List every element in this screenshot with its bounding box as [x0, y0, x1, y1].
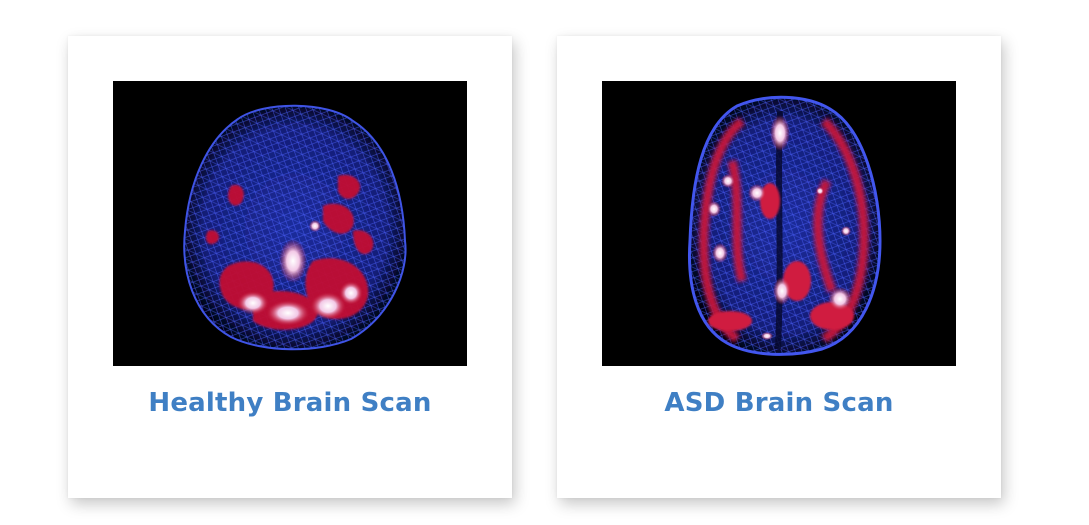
- healthy-brain-scan-image: [113, 81, 467, 366]
- healthy-scan-card: Healthy Brain Scan: [68, 36, 512, 498]
- asd-scan-card: ASD Brain Scan: [557, 36, 1001, 498]
- asd-scan-caption: ASD Brain Scan: [664, 388, 894, 418]
- asd-brain-scan-image: [602, 81, 956, 366]
- healthy-scan-caption: Healthy Brain Scan: [148, 388, 432, 418]
- healthy-brain-scan-graphic: [183, 104, 407, 351]
- asd-brain-scan-graphic: [688, 95, 882, 356]
